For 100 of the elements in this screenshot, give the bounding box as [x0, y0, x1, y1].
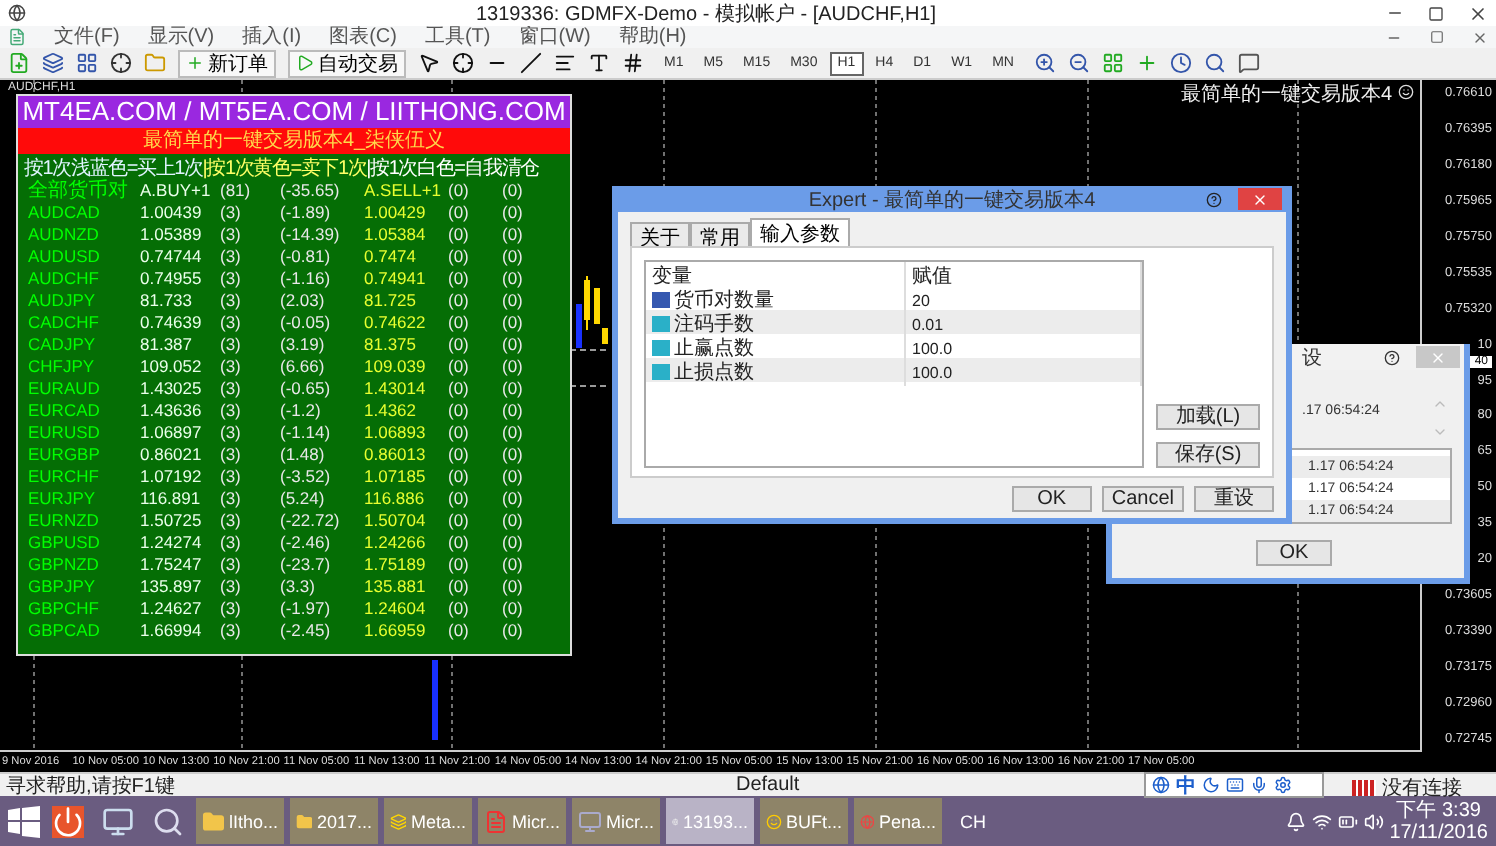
table-cell-text: (0) [448, 378, 471, 400]
table-cell-text: (0) [448, 356, 471, 378]
table-cell-text: (0) [502, 356, 525, 378]
table-cell-text: (0) [448, 312, 471, 334]
table-cell-text: (0) [448, 576, 471, 598]
table-cell-text: 1.00429 [364, 202, 428, 224]
table-cell-text: (3) [220, 202, 243, 224]
symbol-cell-text: AUDNZD [28, 224, 101, 246]
table-cell-text: 0.86013 [364, 444, 428, 466]
table-cell-text: (-1.89) [280, 202, 333, 224]
table-cell-text: 1.66959 [364, 620, 428, 642]
table-cell-text: 0.74639 [140, 312, 204, 334]
parameter-name: 注码手数 [674, 311, 754, 337]
table-cell-text: (0) [448, 246, 471, 268]
table-cell-text: (0) [502, 576, 525, 598]
instruction-text: |按1次白色=自我清仓 [366, 155, 539, 181]
table-cell-text: (0) [448, 290, 471, 312]
table-cell-text: (3) [220, 466, 243, 488]
table-cell-text: 1.43014 [364, 378, 428, 400]
parameter-name: 止赢点数 [674, 335, 754, 361]
table-cell-text: (0) [502, 400, 525, 422]
table-cell-text: (0) [448, 466, 471, 488]
table-cell-text: (0) [448, 400, 471, 422]
table-cell-text: (0) [448, 268, 471, 290]
symbol-cell-text: AUDUSD [28, 246, 102, 268]
table-cell-text: (0) [448, 554, 471, 576]
table-cell-text: 1.43636 [140, 400, 204, 422]
table-cell-text: (3) [220, 422, 243, 444]
table-cell-text: (0) [448, 510, 471, 532]
table-cell-text: 0.74622 [364, 312, 428, 334]
table-cell-text: 0.7474 [364, 246, 418, 268]
table-cell-text: (0) [502, 378, 525, 400]
table-cell-text: (3) [220, 246, 243, 268]
table-cell-text: (6.66) [280, 356, 327, 378]
table-cell-text: (0) [448, 532, 471, 554]
panel-title: 最简单的一键交易版本4_柒侠伍义 [18, 128, 570, 154]
table-cell-text: (-0.65) [280, 378, 333, 400]
table-cell-text: (3.19) [280, 334, 327, 356]
instruction-text: |按1次黄色=卖下1次 [202, 155, 367, 181]
table-cell-text: 1.24274 [140, 532, 204, 554]
symbol-cell-text: EURGBP [28, 444, 102, 466]
table-cell-text: (-2.46) [280, 532, 333, 554]
table-cell-text: (0) [502, 268, 525, 290]
table-cell-text: 1.07192 [140, 466, 204, 488]
symbol-cell-text: GBPCHF [28, 598, 101, 620]
table-cell-text: (3) [220, 554, 243, 576]
table-cell-text: 1.75189 [364, 554, 428, 576]
table-cell-text: (1.48) [280, 444, 327, 466]
table-cell-text: 1.00439 [140, 202, 204, 224]
table-cell-text: (-14.39) [280, 224, 342, 246]
table-cell-text: 1.66994 [140, 620, 204, 642]
table-cell-text: (2.03) [280, 290, 327, 312]
symbol-cell-text: CADCHF [28, 312, 101, 334]
table-cell-text: (0) [448, 620, 471, 642]
table-cell-text: (3) [220, 224, 243, 246]
symbol-cell-text: AUDJPY [28, 290, 98, 312]
table-cell-text: (0) [502, 466, 525, 488]
symbol-cell-text: AUDCAD [28, 202, 102, 224]
symbol-cell-text: GBPJPY [28, 576, 98, 598]
window-title: 1319336: GDMFX-Demo - 模拟帐户 - [AUDCHF,H1] [473, 1, 939, 26]
symbol-cell-text: CADJPY [28, 334, 98, 356]
table-cell-text: 81.725 [364, 290, 418, 312]
table-cell-text: (3) [220, 444, 243, 466]
header-cell-text: (81) [220, 180, 253, 202]
table-cell-text: (3) [220, 576, 243, 598]
table-cell-text: (0) [448, 444, 471, 466]
table-cell-text: 109.039 [364, 356, 428, 378]
table-cell-text: 81.733 [140, 290, 194, 312]
symbol-cell-text: EURUSD [28, 422, 102, 444]
table-cell-text: (0) [448, 422, 471, 444]
profile-name: Default [736, 774, 800, 796]
table-cell-text: (3) [220, 378, 243, 400]
table-cell-text: (0) [448, 224, 471, 246]
table-cell-text: (3) [220, 510, 243, 532]
table-cell-text: (3.3) [280, 576, 317, 598]
table-cell-text: (0) [502, 224, 525, 246]
table-cell-text: 1.50704 [364, 510, 428, 532]
table-cell-text: 1.4362 [364, 400, 418, 422]
table-cell-text: (3) [220, 532, 243, 554]
table-cell-text: 0.74955 [140, 268, 204, 290]
parameter-name: 止损点数 [674, 359, 754, 386]
instruction-text: 按1次浅蓝色=买上1次 [24, 155, 203, 179]
table-cell-text: (3) [220, 290, 243, 312]
table-cell-text: (-1.2) [280, 400, 323, 422]
dialog-title: 设 [1302, 345, 1322, 371]
table-cell-text: (0) [502, 488, 525, 510]
table-cell-text: 0.74941 [364, 268, 428, 290]
table-cell-text: (0) [502, 554, 525, 576]
table-cell-text: 1.24266 [364, 532, 428, 554]
table-cell-text: 1.43025 [140, 378, 204, 400]
dialog-title: Expert - 最简单的一键交易版本4 [806, 187, 1098, 213]
parameter-name: 货币对数量 [674, 287, 774, 313]
table-cell-text: (-1.97) [280, 598, 333, 620]
table-cell-text: (-3.52) [280, 466, 333, 488]
table-cell-text: (-1.14) [280, 422, 333, 444]
table-cell-text: 0.74744 [140, 246, 204, 268]
symbol-cell-text: GBPCAD [28, 620, 102, 642]
table-cell-text: (3) [220, 356, 243, 378]
symbol-cell-text: GBPUSD [28, 532, 102, 554]
header-cell-text: (0) [502, 180, 525, 202]
